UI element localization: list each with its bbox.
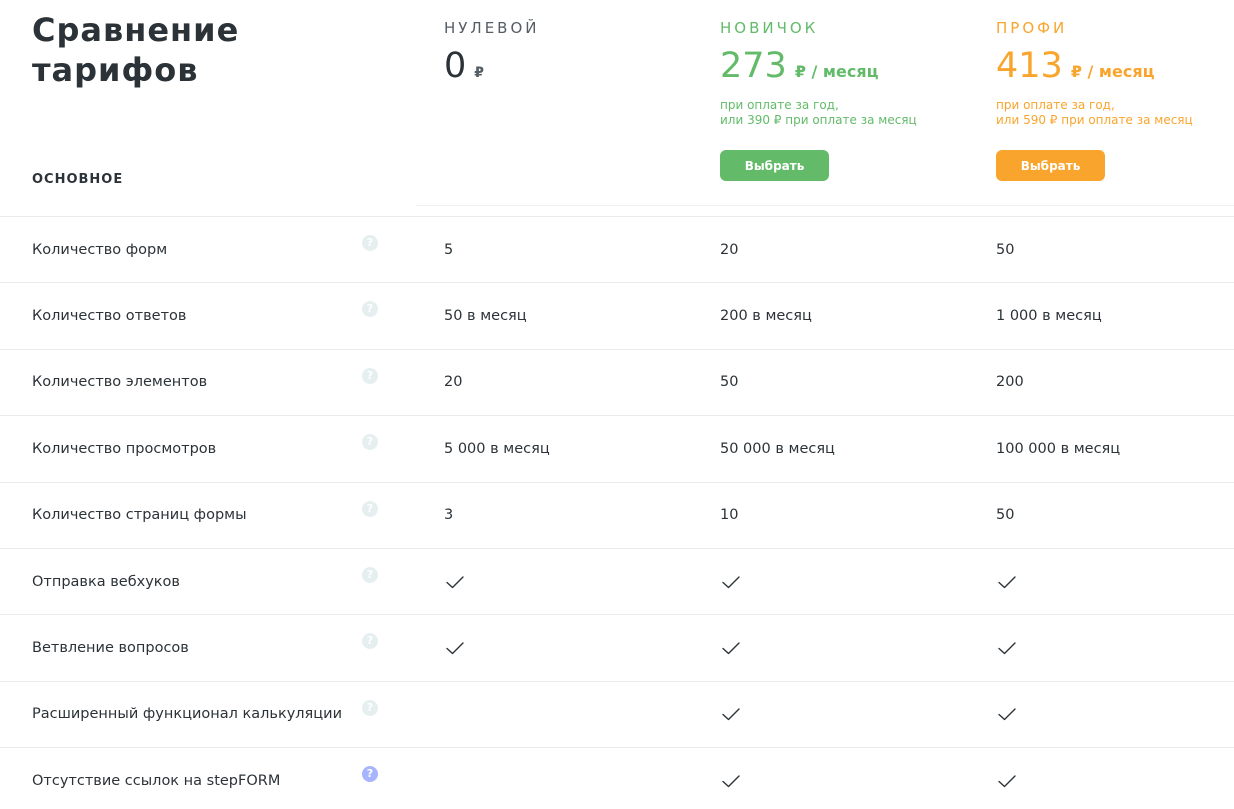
plan-pro: ПРОФИ 413 ₽ / месяц при оплате за год, и… xyxy=(996,18,1234,181)
feature-label: Отправка вебхуков xyxy=(32,573,180,590)
question-mark-icon: ? xyxy=(362,500,378,517)
feature-check-cell xyxy=(444,549,466,614)
feature-value: 50 xyxy=(720,374,739,391)
feature-check-cell xyxy=(996,549,1018,614)
help-tooltip-trigger[interactable]: ? xyxy=(362,301,378,318)
checkmark-icon xyxy=(722,575,740,588)
feature-value: 50 000 в месяц xyxy=(720,440,835,457)
feature-label: Количество просмотров xyxy=(32,440,217,457)
checkmark-icon xyxy=(998,642,1016,655)
plan-price-note: при оплате за год, или 390 ₽ при оплате … xyxy=(720,98,917,127)
feature-value: 50 xyxy=(996,241,1015,258)
select-novice-button[interactable]: Выбрать xyxy=(720,150,829,181)
plan-name: НУЛЕВОЙ xyxy=(444,19,540,37)
plan-price-row: 273 ₽ / месяц xyxy=(720,46,980,86)
help-tooltip-trigger[interactable]: ? xyxy=(362,633,378,650)
checkmark-icon xyxy=(722,708,740,721)
checkmark-icon xyxy=(998,708,1016,721)
plan-price: 413 xyxy=(996,46,1063,86)
feature-value: 10 xyxy=(720,507,739,524)
feature-check-cell xyxy=(444,615,466,680)
checkmark-icon xyxy=(446,642,464,655)
question-mark-icon: ? xyxy=(362,367,378,384)
feature-value: 20 xyxy=(720,241,739,258)
plan-price: 273 xyxy=(720,46,787,86)
help-tooltip-trigger[interactable]: ? xyxy=(362,235,378,251)
plan-price-unit: ₽ xyxy=(474,65,485,81)
table-row: Количество просмотров? 5 000 в месяц 50 00… xyxy=(0,415,1234,481)
feature-check-cell xyxy=(720,748,742,809)
question-mark-icon: ? xyxy=(362,566,378,583)
table-row: Количество ответов? 50 в месяц 200 в месяц… xyxy=(0,282,1234,348)
help-tooltip-trigger[interactable]: ? xyxy=(362,367,378,384)
feature-label: Количество страниц формы xyxy=(32,507,247,524)
plan-novice: НОВИЧОК 273 ₽ / месяц при оплате за год,… xyxy=(720,18,980,181)
help-tooltip-trigger[interactable]: ? xyxy=(362,766,378,783)
pricing-comparison-page: Сравнение тарифов ОСНОВНОЕ НУЛЕВОЙ 0 ₽ Н… xyxy=(0,0,1234,809)
feature-check-cell xyxy=(720,549,742,614)
feature-value: 50 xyxy=(996,507,1015,524)
feature-value: 1 000 в месяц xyxy=(996,308,1102,325)
table-row: Количество страниц формы? 3 10 50 xyxy=(0,481,1234,548)
plan-zero: НУЛЕВОЙ 0 ₽ xyxy=(444,18,704,86)
select-pro-button[interactable]: Выбрать xyxy=(996,150,1105,181)
feature-check-cell xyxy=(996,615,1018,680)
help-tooltip-trigger[interactable]: ? xyxy=(362,434,378,451)
plan-price: 0 xyxy=(444,46,467,86)
help-tooltip-trigger[interactable]: ? xyxy=(362,566,378,583)
plan-price-note: при оплате за год, или 590 ₽ при оплате … xyxy=(996,98,1193,127)
plan-name: ПРОФИ xyxy=(996,19,1068,37)
page-title: Сравнение тарифов xyxy=(32,11,240,89)
plan-price-unit: ₽ / месяц xyxy=(794,62,879,81)
feature-check-cell xyxy=(996,682,1018,747)
feature-value: 20 xyxy=(444,374,463,391)
table-row: Расширенный функционал калькуляции? xyxy=(0,680,1234,747)
table-row: Ветвление вопросов? xyxy=(0,614,1234,680)
checkmark-icon xyxy=(722,775,740,788)
question-mark-icon: ? xyxy=(362,699,378,716)
feature-value: 100 000 в месяц xyxy=(996,440,1121,457)
section-label-basic: ОСНОВНОЕ xyxy=(32,172,124,187)
feature-value: 3 xyxy=(444,507,454,524)
feature-check-cell xyxy=(720,615,742,680)
question-mark-icon: ? xyxy=(362,766,378,783)
plan-price-row: 413 ₽ / месяц xyxy=(996,46,1234,86)
question-mark-icon: ? xyxy=(362,434,378,451)
feature-label: Отсутствие ссылок на stepFORM xyxy=(32,772,281,789)
plan-price-unit: ₽ / месяц xyxy=(1070,62,1155,81)
checkmark-icon xyxy=(998,775,1016,788)
checkmark-icon xyxy=(722,642,740,655)
table-row: Количество элементов? 20 50 200 xyxy=(0,348,1234,415)
feature-value: 200 в месяц xyxy=(720,308,812,325)
feature-value: 5 xyxy=(444,241,454,258)
question-mark-icon: ? xyxy=(362,235,378,251)
feature-label: Ветвление вопросов xyxy=(32,640,189,657)
table-row: Отсутствие ссылок на stepFORM? xyxy=(0,747,1234,809)
feature-value: 5 000 в месяц xyxy=(444,440,550,457)
feature-value: 200 xyxy=(996,374,1024,391)
help-tooltip-trigger[interactable]: ? xyxy=(362,699,378,716)
table-row: Отправка вебхуков? xyxy=(0,547,1234,614)
feature-label: Количество ответов xyxy=(32,308,187,325)
checkmark-icon xyxy=(446,575,464,588)
plan-price-row: 0 ₽ xyxy=(444,46,704,86)
header-divider xyxy=(416,205,1234,206)
table-row: Количество форм? 5 20 50 xyxy=(0,216,1234,282)
feature-check-cell xyxy=(996,748,1018,809)
feature-label: Количество элементов xyxy=(32,374,208,391)
checkmark-icon xyxy=(998,575,1016,588)
plan-name: НОВИЧОК xyxy=(720,19,819,37)
feature-table: Количество форм? 5 20 50 Количество ответов?… xyxy=(0,216,1234,809)
feature-label: Количество форм xyxy=(32,241,168,258)
question-mark-icon: ? xyxy=(362,301,378,318)
feature-check-cell xyxy=(720,682,742,747)
feature-label: Расширенный функционал калькуляции xyxy=(32,706,342,723)
help-tooltip-trigger[interactable]: ? xyxy=(362,500,378,517)
feature-value: 50 в месяц xyxy=(444,308,527,325)
question-mark-icon: ? xyxy=(362,633,378,650)
